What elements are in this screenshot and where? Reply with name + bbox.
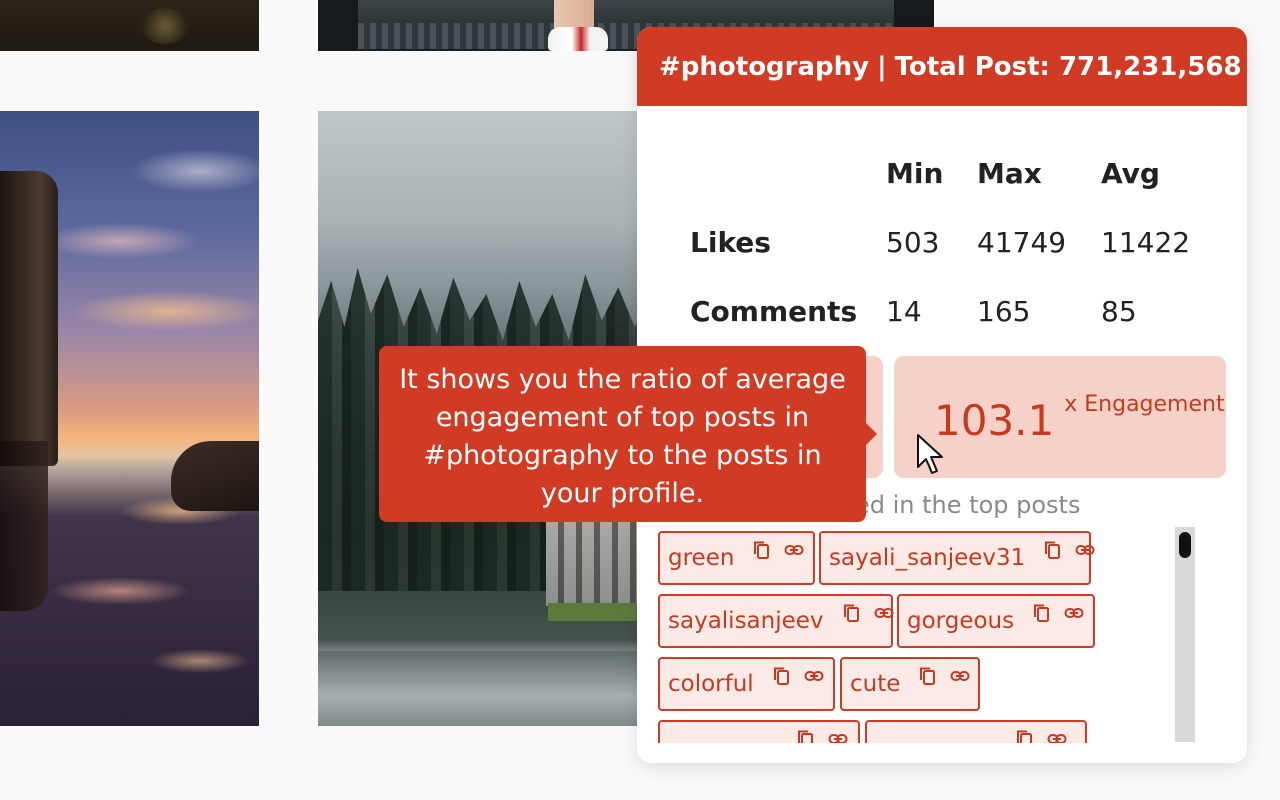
stats-row-comments: Comments 14 165 85 bbox=[690, 277, 1230, 346]
tags-scrollbar[interactable] bbox=[1175, 527, 1195, 742]
photo-rock bbox=[0, 171, 58, 466]
engagement-ratio-unit: x Engagement bbox=[1064, 392, 1225, 417]
stats-header-max: Max bbox=[977, 157, 1042, 190]
hashtag-name: #photography bbox=[659, 51, 870, 82]
scrollbar-thumb[interactable] bbox=[1179, 532, 1191, 558]
stats-table: Min Max Avg Likes 503 41749 11422 Commen… bbox=[690, 139, 1230, 346]
likes-max: 41749 bbox=[977, 226, 1067, 259]
stats-header-min: Min bbox=[886, 157, 944, 190]
tags-list: green sayali_sanjeev31 sayalisanjeev gor… bbox=[658, 531, 1178, 743]
stats-header-avg: Avg bbox=[1101, 157, 1160, 190]
photo-sneaker bbox=[548, 27, 608, 51]
copy-icon[interactable] bbox=[1032, 603, 1052, 623]
tag-label: colorful bbox=[668, 671, 754, 697]
tag-chip-partial[interactable] bbox=[658, 720, 860, 743]
copy-icon[interactable] bbox=[842, 603, 862, 623]
photo-rock-reflection bbox=[0, 441, 48, 611]
link-icon[interactable] bbox=[828, 729, 848, 743]
feed-photo-sunset[interactable] bbox=[0, 111, 259, 726]
tag-chip[interactable]: gorgeous bbox=[897, 594, 1095, 648]
stats-row-label: Likes bbox=[690, 226, 771, 259]
panel-title: #photography | Total Post: 771,231,568 bbox=[659, 52, 1242, 82]
copy-icon[interactable] bbox=[772, 666, 792, 686]
link-icon[interactable] bbox=[1064, 603, 1084, 623]
comments-min: 14 bbox=[886, 295, 922, 328]
photo-water bbox=[318, 651, 648, 726]
top-posts-tags-label: ed in the top posts bbox=[855, 491, 1081, 519]
comments-avg: 85 bbox=[1101, 295, 1137, 328]
link-icon[interactable] bbox=[784, 540, 804, 560]
link-icon[interactable] bbox=[874, 603, 894, 623]
photo-lawn bbox=[548, 603, 648, 621]
mouse-cursor-icon bbox=[917, 434, 943, 474]
tag-chip[interactable]: green bbox=[658, 531, 815, 585]
photo-mansion bbox=[546, 521, 648, 606]
stats-header-row: Min Max Avg bbox=[690, 139, 1230, 208]
copy-icon[interactable] bbox=[796, 729, 816, 743]
photo-rock-right bbox=[171, 441, 259, 511]
tag-chip-partial[interactable] bbox=[865, 720, 1087, 743]
tag-label: cute bbox=[850, 671, 901, 697]
title-separator: | bbox=[877, 51, 887, 82]
link-icon[interactable] bbox=[804, 666, 824, 686]
copy-icon[interactable] bbox=[918, 666, 938, 686]
tag-label: gorgeous bbox=[907, 608, 1015, 634]
tag-chip[interactable]: colorful bbox=[658, 657, 835, 711]
likes-avg: 11422 bbox=[1101, 226, 1191, 259]
copy-icon[interactable] bbox=[1015, 729, 1035, 743]
tag-label: sayalisanjeev bbox=[668, 608, 824, 634]
link-icon[interactable] bbox=[1075, 540, 1095, 560]
link-icon[interactable] bbox=[1047, 729, 1067, 743]
engagement-tooltip: It shows you the ratio of average engage… bbox=[379, 346, 877, 522]
copy-icon[interactable] bbox=[752, 540, 772, 560]
engagement-ratio-value: 103.1 bbox=[934, 396, 1055, 445]
stats-row-label: Comments bbox=[690, 295, 858, 328]
comments-max: 165 bbox=[977, 295, 1031, 328]
tag-chip[interactable]: sayalisanjeev bbox=[658, 594, 894, 648]
total-posts: Total Post: 771,231,568 bbox=[894, 51, 1242, 82]
tag-label: sayali_sanjeev31 bbox=[829, 545, 1026, 571]
panel-header: #photography | Total Post: 771,231,568 bbox=[637, 27, 1247, 106]
tag-label: green bbox=[668, 545, 735, 571]
photo-detail bbox=[140, 8, 190, 44]
tag-chip[interactable]: sayali_sanjeev31 bbox=[819, 531, 1095, 585]
feed-photo-top-left[interactable] bbox=[0, 0, 259, 51]
copy-icon[interactable] bbox=[1043, 540, 1063, 560]
likes-min: 503 bbox=[886, 226, 940, 259]
photo-leg bbox=[554, 0, 594, 28]
photo-frame-left bbox=[318, 0, 358, 51]
tag-chip[interactable]: cute bbox=[840, 657, 980, 711]
link-icon[interactable] bbox=[950, 666, 970, 686]
stats-row-likes: Likes 503 41749 11422 bbox=[690, 208, 1230, 277]
